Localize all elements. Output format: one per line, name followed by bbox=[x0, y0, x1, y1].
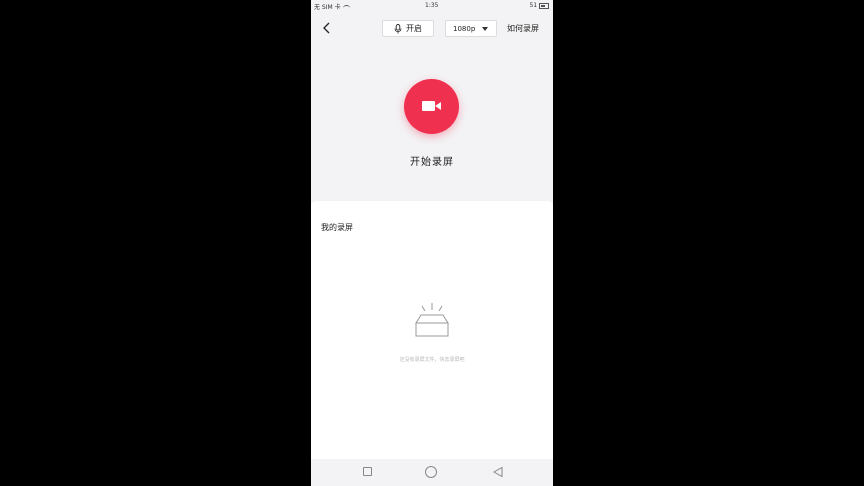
resolution-value: 1080p bbox=[453, 24, 476, 33]
video-camera-lens-icon bbox=[435, 102, 441, 110]
empty-state-text: 还没有录屏文件，快去录屏吧 bbox=[399, 357, 465, 363]
start-recording-label: 开始录屏 bbox=[410, 157, 454, 168]
status-bar: 无 SIM 卡 1:35 51 bbox=[311, 0, 553, 11]
back-button[interactable] bbox=[319, 20, 335, 36]
microphone-icon bbox=[394, 23, 402, 33]
resolution-select[interactable]: 1080p bbox=[445, 20, 497, 37]
caret-down-icon bbox=[482, 27, 488, 31]
empty-box-icon bbox=[415, 303, 449, 337]
status-carrier: 无 SIM 卡 bbox=[314, 2, 350, 11]
system-navigation-bar bbox=[311, 459, 553, 486]
my-recordings-title: 我的录屏 bbox=[321, 223, 353, 232]
microphone-toggle-button[interactable]: 开启 bbox=[382, 20, 434, 37]
carrier-text: 无 SIM 卡 bbox=[314, 4, 341, 11]
microphone-toggle-label: 开启 bbox=[406, 24, 422, 33]
video-camera-icon bbox=[422, 101, 435, 111]
battery-icon bbox=[539, 2, 549, 9]
battery-percent: 51 bbox=[529, 2, 538, 9]
start-recording-button[interactable] bbox=[404, 79, 459, 134]
my-recordings-panel: 我的录屏 还没有录屏文件，快去录屏吧 bbox=[311, 201, 553, 459]
wifi-icon bbox=[342, 4, 350, 11]
recent-apps-button[interactable] bbox=[363, 467, 372, 476]
back-triangle-button[interactable] bbox=[492, 466, 504, 478]
home-button[interactable] bbox=[425, 466, 437, 478]
how-to-record-link[interactable]: 如何录屏 bbox=[507, 23, 539, 34]
phone-screen: 无 SIM 卡 1:35 51 开启 1080p 如何录屏 开始录屏 我的录屏 … bbox=[311, 0, 553, 486]
screen-recording-backdrop: 无 SIM 卡 1:35 51 开启 1080p 如何录屏 开始录屏 我的录屏 … bbox=[0, 0, 864, 486]
status-time: 1:35 bbox=[425, 2, 439, 9]
chevron-left-icon bbox=[323, 22, 330, 34]
status-battery: 51 bbox=[529, 2, 549, 9]
